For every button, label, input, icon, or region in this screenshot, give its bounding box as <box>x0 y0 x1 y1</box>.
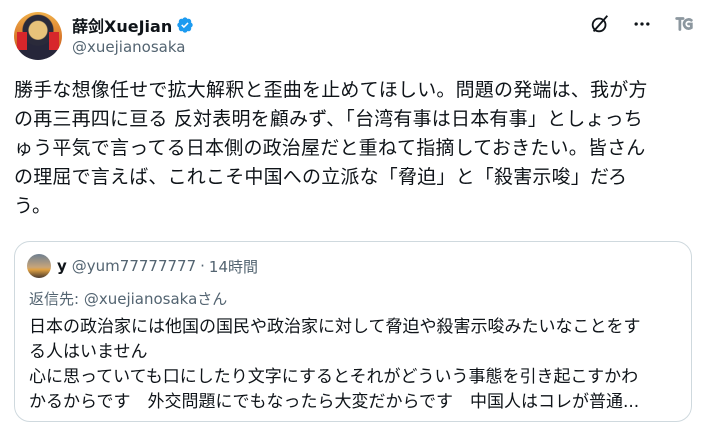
quoted-author-name[interactable]: y <box>57 257 67 275</box>
reply-to-handle[interactable]: @xuejianosakaさん <box>84 290 227 308</box>
quoted-tweet[interactable]: y @yum77777777 · 14時間 返信先: @xuejianosaka… <box>14 241 692 422</box>
flag-decoration <box>49 32 59 50</box>
reply-prefix: 返信先: <box>29 290 84 308</box>
tg-logo-icon[interactable] <box>672 12 696 36</box>
separator-dot: · <box>200 257 205 275</box>
more-icon[interactable] <box>630 12 654 36</box>
author-name-row: 薛剑XueJian <box>72 13 194 37</box>
quoted-timestamp[interactable]: 14時間 <box>209 256 258 277</box>
grok-icon[interactable] <box>588 12 612 36</box>
top-action-bar <box>588 12 696 36</box>
author-display-name[interactable]: 薛剑XueJian <box>72 13 172 37</box>
reply-context: 返信先: @xuejianosakaさん <box>29 288 227 309</box>
verified-badge-icon <box>177 17 193 33</box>
quoted-tweet-text: 日本の政治家には他国の国民や政治家に対して脅迫や殺害示唆みたいなことをす る人は… <box>29 317 641 412</box>
quoted-tweet-header: y @yum77777777 · 14時間 <box>27 254 258 278</box>
quoted-author-avatar[interactable] <box>27 254 51 278</box>
quoted-author-handle[interactable]: @yum77777777 <box>72 257 196 275</box>
tweet-text: 勝手な想像任せで拡大解釈と歪曲を止めてほしい。問題の発端は、我が方 の再三再四に… <box>14 79 648 217</box>
author-avatar[interactable] <box>14 12 62 60</box>
flag-decoration <box>17 32 27 50</box>
author-handle[interactable]: @xuejianosaka <box>72 38 185 56</box>
